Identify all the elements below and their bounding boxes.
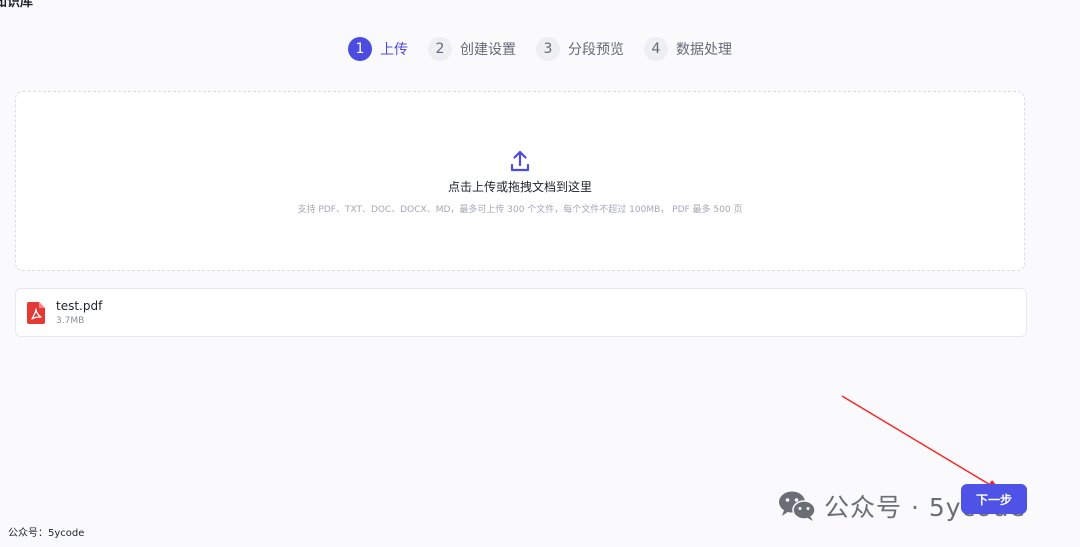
annotation-arrow	[841, 395, 1001, 491]
next-step-button[interactable]: 下一步	[961, 484, 1027, 514]
wechat-icon	[779, 491, 816, 521]
footer-note: 公众号：5ycode	[8, 528, 85, 539]
